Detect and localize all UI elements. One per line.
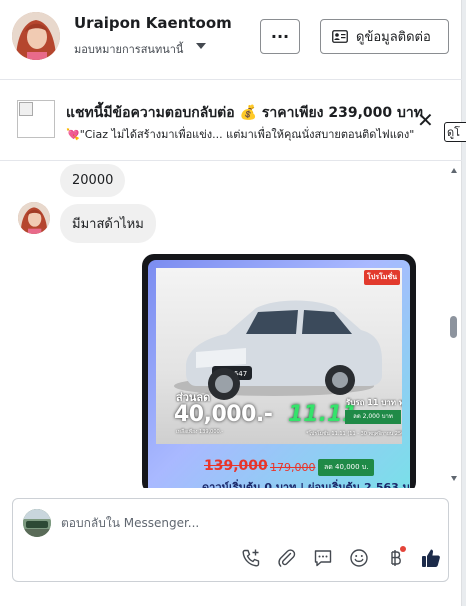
paperclip-icon [278, 549, 296, 567]
chevron-down-icon[interactable] [196, 43, 206, 49]
call-button[interactable] [233, 545, 269, 571]
car-photo: ฆว 3647 โปรโมชั่น ส่วนลด 40,000.- เหลือเ… [156, 268, 402, 444]
message-bubble: มีมาสด้าไหม [60, 204, 156, 243]
promo-tag: โปรโมชั่น [364, 270, 400, 285]
notification-dot [400, 546, 406, 552]
thumbs-up-icon [422, 549, 440, 567]
promo-note: *โปรโมชั่น 11.11 (11 - 30 พฤศจิกายน 2565… [306, 431, 402, 437]
user-avatar[interactable] [12, 12, 60, 60]
message-list[interactable]: 20000 มีมาสด้าไหม 3647 โปรโมชั่น ส่วนลด … [0, 162, 446, 488]
banner-description: 💘"Ciaz ไม่ได้สร้างมาเพื่อแข่ง... แต่มาเพ… [66, 128, 415, 141]
scroll-up-arrow-icon[interactable] [451, 168, 457, 173]
payment-button[interactable] [377, 545, 413, 571]
view-contact-label: ดูข้อมูลติดต่อ [356, 30, 431, 45]
discount-note: เหลือเพียง 139,000.- [176, 429, 224, 435]
scroll-down-arrow-icon[interactable] [451, 476, 457, 481]
sender-avatar [18, 202, 50, 234]
price-old: 179,000 [270, 461, 316, 474]
promo-right: รับรถ 11 บาท ทุกคัน [346, 398, 402, 407]
broken-image-icon [19, 102, 33, 116]
composer-toolbar [233, 545, 449, 571]
ad-image-message[interactable]: ฆว 3647 โปรโมชั่น ส่วนลด 40,000.- เหลือเ… [142, 254, 416, 488]
installment-text: ดาวน์เริ่มต้น 0 บาท | ผ่อนเริ่มต้น 2,563… [202, 481, 410, 488]
like-button[interactable] [413, 545, 449, 571]
price-pill: ลด 40,000 บ. [318, 459, 375, 476]
view-contact-button[interactable]: ดูข้อมูลติดต่อ [320, 19, 449, 54]
contact-card-icon [332, 30, 348, 43]
discount-value: 40,000.- [174, 402, 273, 427]
close-icon[interactable]: ✕ [417, 110, 434, 130]
chat-bubble-icon [314, 550, 332, 567]
emoji-button[interactable] [341, 545, 377, 571]
saved-reply-button[interactable] [305, 545, 341, 571]
conversation-header: Uraipon Kaentoom มอบหมายการสนทนานี้ ··· … [0, 0, 462, 80]
price-new: 139,000 [204, 458, 268, 474]
message-bubble: 20000 [60, 164, 126, 197]
page-avatar [23, 509, 51, 537]
more-options-button[interactable]: ··· [260, 19, 300, 54]
ad-image: ฆว 3647 โปรโมชั่น ส่วนลด 40,000.- เหลือเ… [148, 260, 410, 488]
banner-view-button[interactable]: ดูโ [444, 122, 466, 142]
ad-reply-banner: แชทนี้มีข้อความตอบกลับต่อ 💰 ราคาเพียง 23… [0, 81, 462, 161]
reply-composer [12, 498, 449, 582]
phone-plus-icon [242, 549, 260, 567]
banner-thumbnail [17, 100, 55, 138]
user-name: Uraipon Kaentoom [74, 14, 232, 32]
attach-button[interactable] [269, 545, 305, 571]
banner-title: แชทนี้มีข้อความตอบกลับต่อ 💰 ราคาเพียง 23… [66, 105, 424, 121]
scroll-thumb[interactable] [450, 316, 457, 338]
smiley-icon [350, 549, 368, 567]
assign-conversation[interactable]: มอบหมายการสนทนานี้ [74, 40, 183, 58]
reply-input[interactable] [61, 513, 431, 533]
promo-box: ลด 2,000 บาท [345, 410, 401, 424]
conversation-panel: Uraipon Kaentoom มอบหมายการสนทนานี้ ··· … [0, 0, 466, 606]
